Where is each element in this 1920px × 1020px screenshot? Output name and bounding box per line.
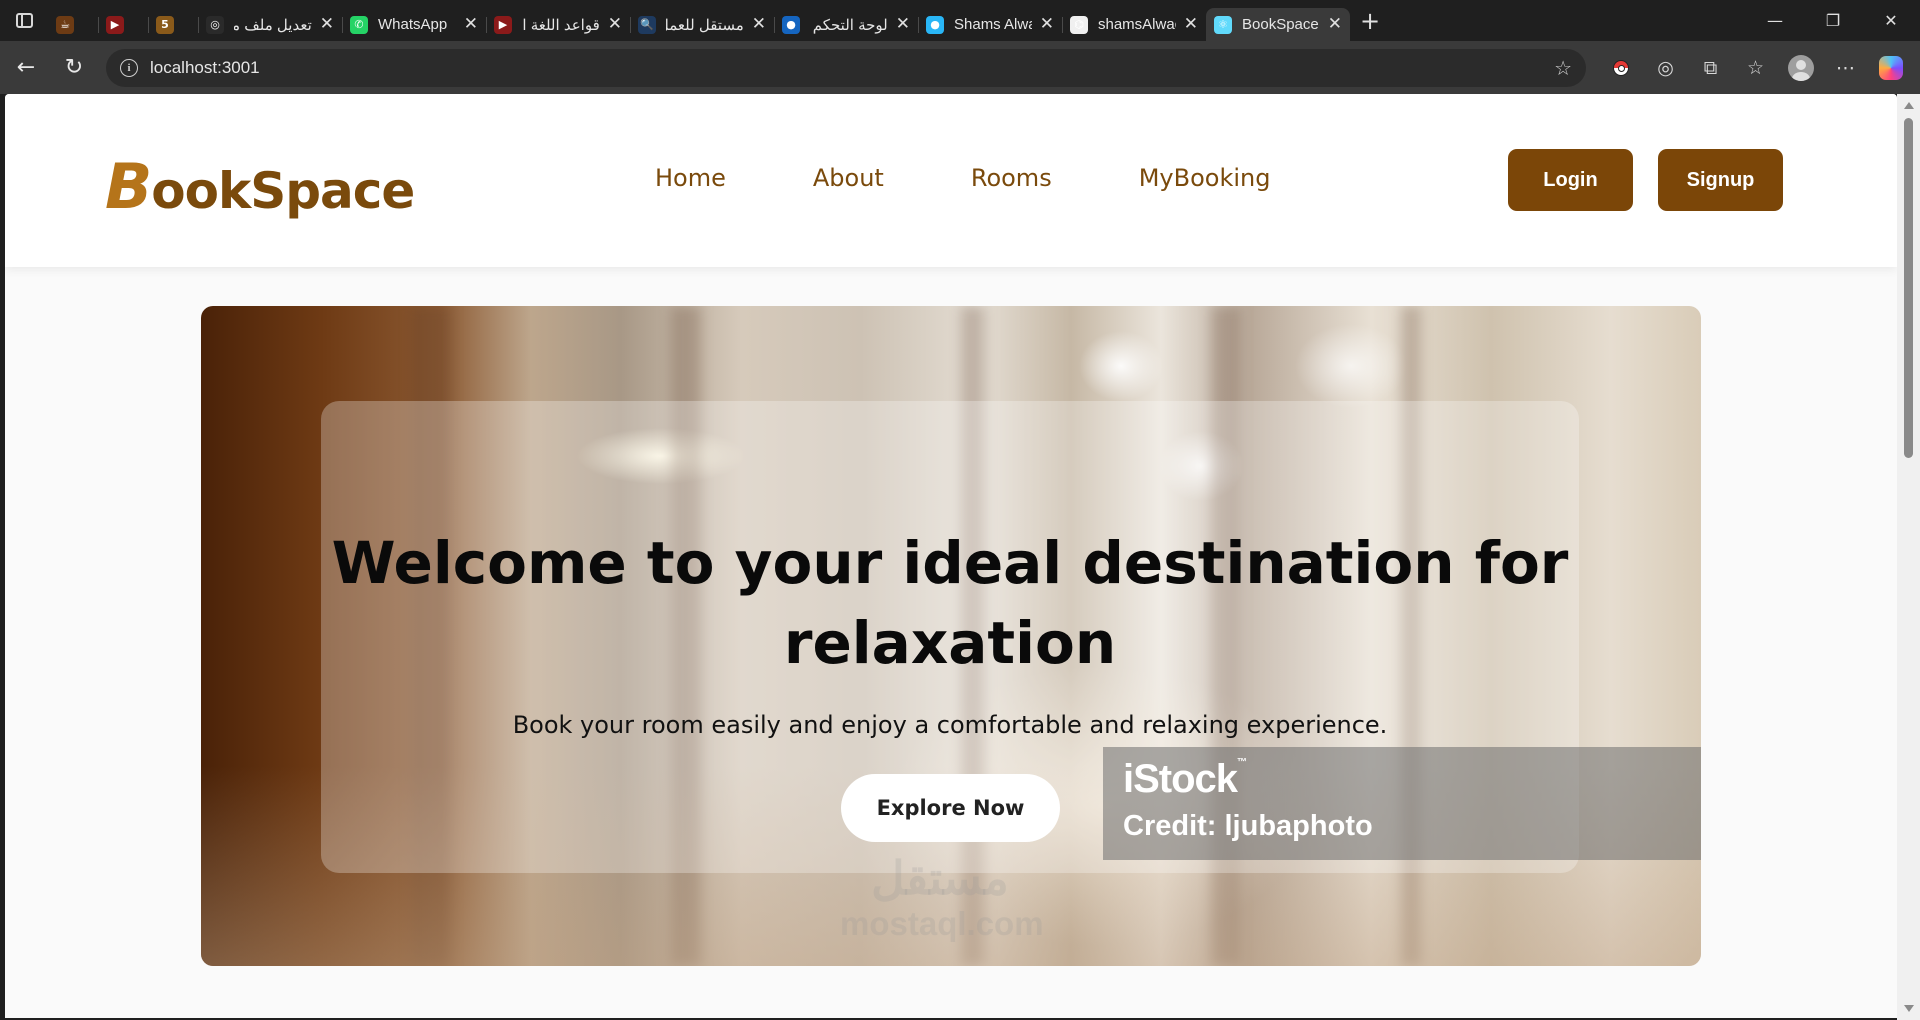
scroll-thumb[interactable]: [1904, 118, 1913, 458]
tab-title: shamsAlwadiya: [1098, 16, 1176, 33]
tab-title: WhatsApp: [378, 16, 448, 33]
tab-separator: [486, 17, 487, 33]
browser-tab[interactable]: ⌬ shamsAlwadiya ✕: [1062, 8, 1206, 41]
hero-subtitle: Book your room easily and enjoy a comfor…: [512, 711, 1388, 739]
browser-tab[interactable]: ● Shams Alwadiy ✕: [918, 8, 1062, 41]
tab-favicon-icon: ◎: [206, 15, 224, 34]
minimize-button[interactable]: —: [1746, 0, 1804, 41]
tab-favicon-icon: 🔍: [638, 15, 656, 34]
hero-title: Welcome to your ideal destination for re…: [331, 529, 1569, 677]
main-nav: Home About Rooms MyBooking: [655, 164, 1270, 192]
profile-avatar[interactable]: [1778, 46, 1823, 90]
back-button[interactable]: ←: [4, 46, 48, 90]
browser-tab[interactable]: ◎ تعديل ملف مستـ ✕: [198, 8, 342, 41]
tab-title: Shams Alwadiy: [954, 16, 1032, 33]
browser-toolbar: ← ↻ i localhost:3001 ☆ ◎ ⧉ ☆ ⋯: [0, 41, 1920, 94]
browser-tab[interactable]: ▶ قواعد اللغة الانجـ ✕: [486, 8, 630, 41]
tab-separator: [198, 17, 199, 33]
extensions-puzzle-icon[interactable]: ⧉: [1688, 46, 1733, 90]
login-button[interactable]: Login: [1508, 149, 1633, 211]
tab-separator: [1062, 17, 1063, 33]
tab-separator: [342, 17, 343, 33]
tab-separator: [630, 17, 631, 33]
tab-favicon-icon: ⚛: [1214, 15, 1232, 34]
tab-close-icon[interactable]: ✕: [1328, 16, 1342, 33]
browser-tab[interactable]: ● لوحة التحكم | مـ ✕: [774, 8, 918, 41]
logo-initial: B: [105, 150, 152, 223]
browser-tab[interactable]: ⚛ BookSpace ✕: [1206, 8, 1350, 41]
reload-icon: ↻: [64, 55, 84, 80]
close-window-button[interactable]: ✕: [1862, 0, 1920, 41]
tab-close-icon[interactable]: ✕: [1184, 16, 1198, 33]
site-header: BookSpace Home About Rooms MyBooking Log…: [5, 94, 1897, 267]
more-menu-icon[interactable]: ⋯: [1823, 46, 1868, 90]
tab-close-icon[interactable]: ✕: [464, 16, 478, 33]
tab-favicon-icon: ●: [782, 15, 800, 34]
url-text[interactable]: localhost:3001: [150, 58, 260, 78]
signup-button[interactable]: Signup: [1658, 149, 1783, 211]
istock-watermark: iStock™ Credit: ljubaphoto: [1103, 747, 1701, 860]
tab-title: تعديل ملف مستـ: [234, 16, 312, 34]
tab-title: لوحة التحكم | مـ: [810, 16, 888, 34]
tab-separator: [918, 17, 919, 33]
tab-favicon-icon: ☕: [56, 15, 74, 34]
tab-favicon-icon: 5: [156, 15, 174, 34]
browser-tab[interactable]: ▶: [98, 8, 148, 41]
tab-close-icon[interactable]: ✕: [752, 16, 766, 33]
istock-brand: iStock™: [1123, 757, 1247, 801]
browser-tab[interactable]: 5: [148, 8, 198, 41]
page-scrollbar[interactable]: [1897, 94, 1920, 1020]
nav-home[interactable]: Home: [655, 164, 726, 192]
tab-favicon-icon: ✆: [350, 15, 368, 34]
scroll-up-arrow[interactable]: [1904, 102, 1914, 109]
browser-tab[interactable]: ☕: [48, 8, 98, 41]
tab-title: مستقل للعمل الـ: [666, 16, 744, 34]
restore-button[interactable]: ❐: [1804, 0, 1862, 41]
scroll-down-arrow[interactable]: [1904, 1005, 1914, 1012]
hero-banner: Welcome to your ideal destination for re…: [201, 306, 1701, 966]
tab-favicon-icon: ⌬: [1070, 15, 1088, 34]
browser-tab[interactable]: 🔍 مستقل للعمل الـ ✕: [630, 8, 774, 41]
tab-separator: [98, 17, 99, 33]
sidebar-icon: [15, 13, 33, 28]
tab-close-icon[interactable]: ✕: [1040, 16, 1054, 33]
new-tab-button[interactable]: +: [1350, 0, 1390, 41]
tab-separator: [148, 17, 149, 33]
favorite-star-icon[interactable]: ☆: [1554, 56, 1572, 80]
tab-favicon-icon: ▶: [494, 15, 512, 34]
tab-close-icon[interactable]: ✕: [608, 16, 622, 33]
logo-text: ookSpace: [151, 162, 415, 220]
target-extension-icon[interactable]: ◎: [1643, 46, 1688, 90]
copilot-icon[interactable]: [1868, 46, 1913, 90]
tab-close-icon[interactable]: ✕: [320, 16, 334, 33]
tab-separator: [774, 17, 775, 33]
tab-title: قواعد اللغة الانجـ: [522, 16, 600, 34]
tab-favicon-icon: ●: [926, 15, 944, 34]
address-bar[interactable]: i localhost:3001 ☆: [106, 48, 1586, 87]
nav-mybooking[interactable]: MyBooking: [1139, 164, 1271, 192]
explore-now-button[interactable]: Explore Now: [841, 774, 1060, 842]
bookspace-logo[interactable]: BookSpace: [105, 150, 415, 223]
tab-actions-button[interactable]: [0, 0, 48, 41]
tab-close-icon[interactable]: ✕: [896, 16, 910, 33]
reload-button[interactable]: ↻: [52, 46, 96, 90]
browser-tab[interactable]: ✆ WhatsApp ✕: [342, 8, 486, 41]
nav-rooms[interactable]: Rooms: [971, 164, 1052, 192]
page-viewport: BookSpace Home About Rooms MyBooking Log…: [5, 94, 1897, 1018]
favorites-list-icon[interactable]: ☆: [1733, 46, 1778, 90]
back-arrow-icon: ←: [16, 55, 36, 80]
nav-about[interactable]: About: [813, 164, 884, 192]
browser-tab-strip: ☕ ▶ 5 ◎ تعديل ملف مستـ ✕ ✆ WhatsApp ✕ ▶ قواعد اللغ…: [0, 0, 1920, 41]
istock-credit: Credit: ljubaphoto: [1123, 810, 1373, 842]
tab-title: BookSpace: [1242, 16, 1319, 33]
window-controls: — ❐ ✕: [1746, 0, 1920, 41]
pokeball-extension-icon[interactable]: [1598, 46, 1643, 90]
site-info-icon[interactable]: i: [120, 58, 138, 77]
tab-favicon-icon: ▶: [106, 15, 124, 34]
